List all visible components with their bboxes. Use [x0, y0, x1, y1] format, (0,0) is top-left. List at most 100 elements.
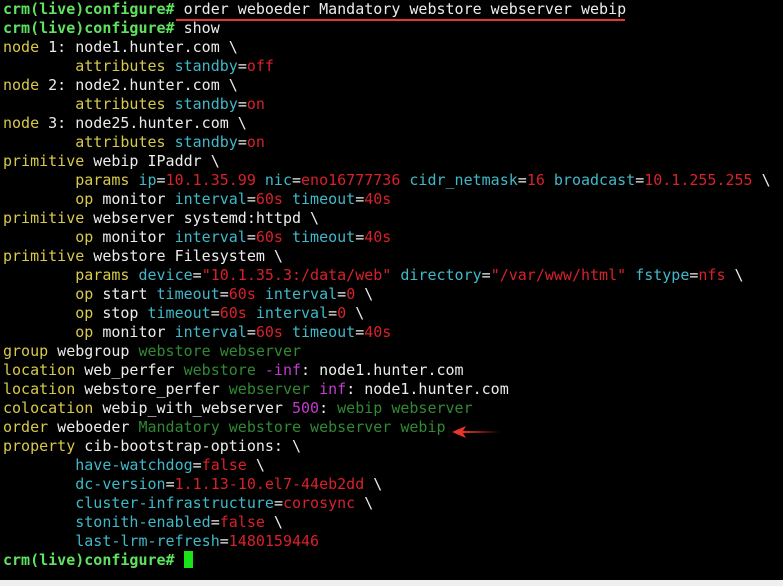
resource-reference: webstore [183, 361, 256, 379]
config-attribute-name: cidr_netmask [409, 171, 518, 189]
config-subkeyword: op [75, 323, 94, 341]
config-keyword: primitive [3, 247, 85, 265]
config-subkeyword: attributes [75, 133, 166, 151]
config-attribute-name: cluster-infrastructure [75, 494, 274, 512]
config-attribute-name: standby [174, 95, 238, 113]
config-attribute-name: nic [264, 171, 292, 189]
window-bottom-edge [0, 580, 783, 586]
config-attribute-value: 60s [219, 304, 247, 322]
config-keyword: node [3, 76, 40, 94]
output-text: = [337, 285, 347, 303]
terminal-line: op start timeout=60s interval=0 \ [0, 285, 783, 304]
terminal-line: params ip=10.1.35.99 nic=eno16777736 cid… [0, 171, 783, 190]
terminal-line: dc-version=1.1.13-10.el7-44eb2dd \ [0, 475, 783, 494]
output-text: = [355, 190, 365, 208]
output-text: = [292, 171, 302, 189]
config-attribute-value: 40s [364, 190, 392, 208]
config-attribute-name: timeout [292, 228, 356, 246]
config-attribute-value: false [219, 513, 265, 531]
terminal-window[interactable]: crm(live)configure# order weboeder Manda… [0, 0, 783, 586]
resource-reference: webstore webserver [138, 342, 302, 360]
output-text: \ [725, 266, 744, 284]
config-attribute-value: 60s [255, 323, 283, 341]
output-text: webstore_perfer [75, 380, 229, 398]
config-subkeyword: op [75, 228, 94, 246]
config-subkeyword: op [75, 190, 94, 208]
config-keyword: order [3, 418, 49, 436]
output-text: : [319, 399, 338, 417]
output-text: cib-bootstrap-options: \ [75, 437, 302, 455]
terminal-line: op monitor interval=60s timeout=40s [0, 190, 783, 209]
config-subkeyword: params [75, 266, 130, 284]
config-attribute-value: eno16777736 [301, 171, 401, 189]
terminal-line: location webstore_perfer webserver inf: … [0, 380, 783, 399]
config-attribute-name: last-lrm-refresh [75, 532, 220, 550]
config-attribute-name: stonith-enabled [75, 513, 211, 531]
output-text: webserver systemd:httpd \ [84, 209, 320, 227]
output-text: = [210, 304, 220, 322]
output-text: webgroup [48, 342, 139, 360]
terminal-line: op monitor interval=60s timeout=40s [0, 323, 783, 342]
config-attribute-name: interval [174, 228, 247, 246]
config-attribute-value: false [201, 456, 247, 474]
terminal-line: crm(live)configure# order weboeder Manda… [0, 0, 783, 19]
config-attribute-value: nfs [698, 266, 726, 284]
terminal-line: attributes standby=on [0, 95, 783, 114]
config-keyword: property [3, 437, 76, 455]
output-text: stop [93, 304, 148, 322]
config-keyword: colocation [3, 399, 94, 417]
output-text: = [246, 190, 256, 208]
terminal-line: group webgroup webstore webserver [0, 342, 783, 361]
terminal-line: primitive webstore Filesystem \ [0, 247, 783, 266]
terminal-line: attributes standby=on [0, 133, 783, 152]
shell-prompt: crm(live)configure# [3, 19, 184, 37]
config-attribute-name: directory [400, 266, 482, 284]
terminal-line: location web_perfer webstore -inf: node1… [0, 361, 783, 380]
text-cursor[interactable] [183, 551, 193, 568]
terminal-line: node 3: node25.hunter.com \ [0, 114, 783, 133]
config-subkeyword: params [75, 171, 130, 189]
config-attribute-value: 60s [255, 228, 283, 246]
terminal-line: crm(live)configure# show [0, 19, 783, 38]
output-text: monitor [93, 228, 175, 246]
output-text: \ [752, 171, 771, 189]
output-text: \ [364, 475, 383, 493]
command-text: show [183, 19, 220, 37]
config-subkeyword: attributes [75, 57, 166, 75]
output-text: = [517, 171, 527, 189]
shell-prompt: crm(live)configure# [3, 0, 184, 18]
command-text: order weboeder Mandatory webstore webser… [183, 0, 627, 18]
config-keyword: primitive [3, 209, 85, 227]
terminal-line: crm(live)configure# [0, 551, 783, 570]
config-attribute-value: 60s [228, 285, 256, 303]
output-text: \ [264, 513, 283, 531]
terminal-line: op stop timeout=60s interval=0 \ [0, 304, 783, 323]
output-text: = [481, 266, 491, 284]
output-text: = [237, 95, 247, 113]
terminal-line: node 2: node2.hunter.com \ [0, 76, 783, 95]
config-attribute-name: interval [174, 190, 247, 208]
output-text: = [210, 513, 220, 531]
config-attribute-value: 16 [526, 171, 545, 189]
output-text: = [355, 228, 365, 246]
config-attribute-value: 0 [346, 285, 356, 303]
config-attribute-value: "10.1.35.3:/data/web" [201, 266, 392, 284]
config-attribute-name: timeout [292, 323, 356, 341]
config-attribute-name: interval [264, 285, 338, 303]
